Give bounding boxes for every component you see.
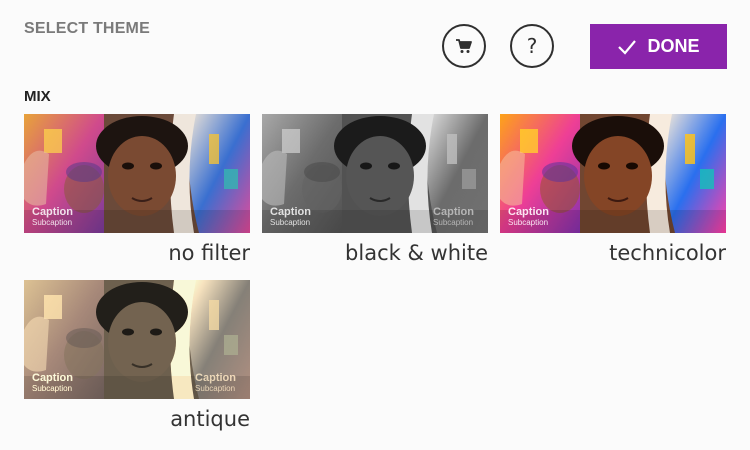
thumbnail-caption: Caption Subcaption (32, 206, 73, 227)
thumbnail-caption: Caption Subcaption (32, 372, 73, 393)
checkmark-icon (618, 39, 637, 55)
theme-name: antique (170, 407, 250, 431)
theme-tile-technicolor[interactable]: Caption Subcaption technicolor (500, 114, 726, 265)
theme-thumbnail: Caption Subcaption Caption Subcaption (262, 114, 488, 233)
theme-tile-black-white[interactable]: Caption Subcaption Caption Subcaption bl… (262, 114, 488, 265)
thumbnail-caption: Caption Subcaption (270, 206, 311, 227)
done-label: DONE (647, 36, 700, 56)
theme-thumbnail: Caption Subcaption Caption Subcaption (24, 280, 250, 399)
theme-thumbnail: Caption Subcaption (500, 114, 726, 233)
theme-tile-no-filter[interactable]: Caption Subcaption no filter (24, 114, 250, 265)
help-button[interactable]: ? (510, 24, 554, 68)
thumbnail-caption: Caption Subcaption (508, 206, 549, 227)
theme-name: technicolor (609, 241, 726, 265)
page-title: SELECT THEME (24, 20, 150, 37)
done-button[interactable]: DONE (590, 24, 727, 69)
theme-thumbnail: Caption Subcaption (24, 114, 250, 233)
theme-name: no filter (168, 241, 250, 265)
store-button[interactable] (442, 24, 486, 68)
theme-tile-antique[interactable]: Caption Subcaption Caption Subcaption an… (24, 280, 250, 431)
theme-name: black & white (345, 241, 488, 265)
help-icon: ? (526, 34, 538, 58)
thumbnail-caption-ghost: Caption Subcaption (195, 372, 236, 393)
cart-icon (456, 39, 472, 53)
theme-picker: SELECT THEME ? DONE MIX Caption Subcapti… (0, 0, 750, 450)
section-label-mix: MIX (24, 88, 51, 105)
thumbnail-caption-ghost: Caption Subcaption (433, 206, 474, 227)
